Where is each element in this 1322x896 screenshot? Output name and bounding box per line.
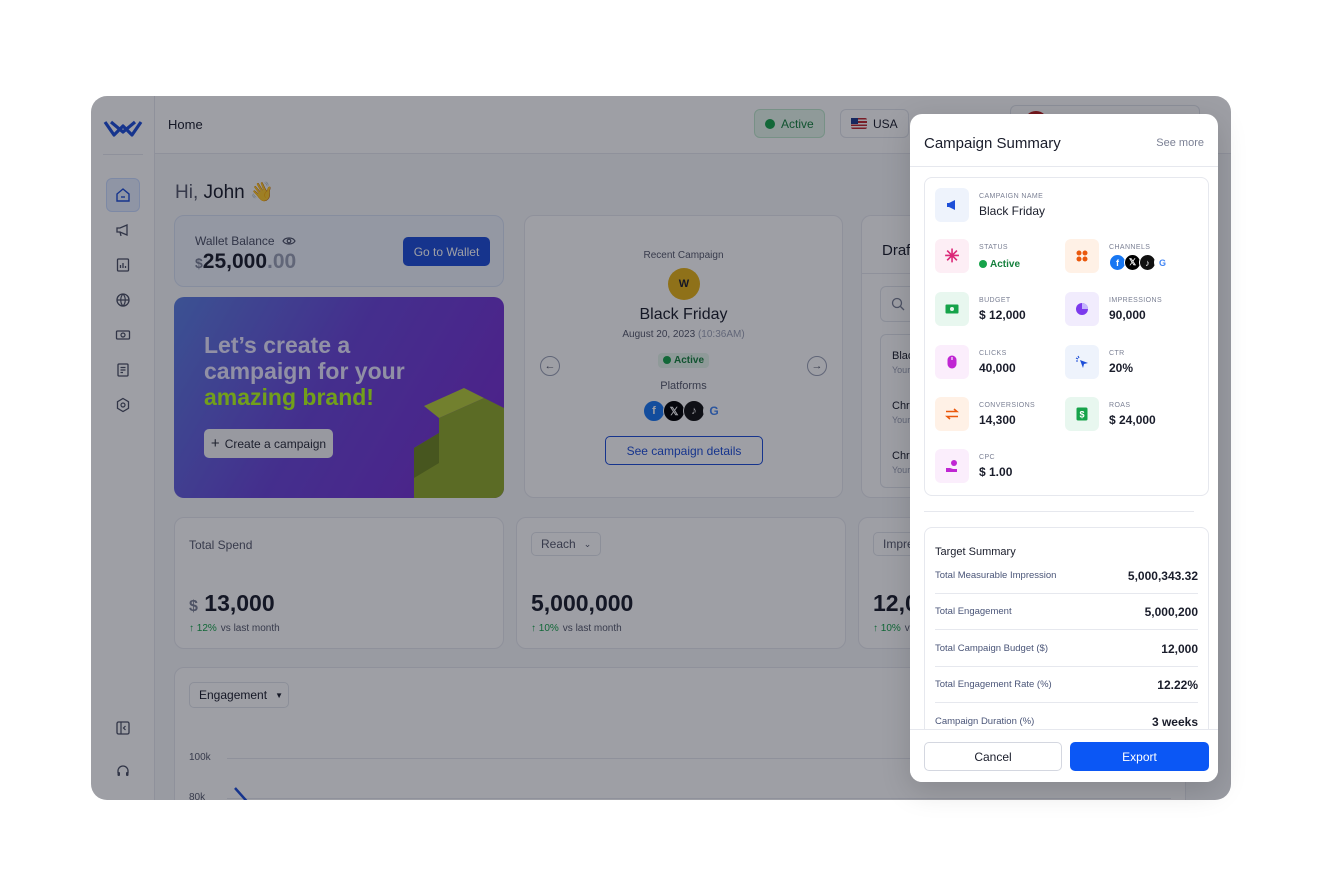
- campaign-name-row: CAMPAIGN NAME Black Friday: [935, 188, 1045, 222]
- conversions-metric: CONVERSIONS 14,300: [935, 397, 1035, 431]
- metric-value: $ 12,000: [979, 308, 1026, 322]
- row-key: Total Engagement: [935, 606, 1012, 617]
- metric-label: BUDGET: [979, 297, 1011, 304]
- cursor-click-icon: [1065, 345, 1099, 379]
- metric-label: CAMPAIGN NAME: [979, 193, 1044, 200]
- metric-value: $ 1.00: [979, 465, 1013, 479]
- megaphone-icon: [935, 188, 969, 222]
- channel-icons: f 𝕏 ♪ G: [1109, 254, 1171, 271]
- export-button[interactable]: Export: [1070, 742, 1209, 771]
- metric-label: IMPRESSIONS: [1109, 297, 1163, 304]
- google-icon: G: [1154, 254, 1171, 271]
- see-more-link[interactable]: See more: [1156, 137, 1204, 149]
- cash-icon: [935, 292, 969, 326]
- hand-coin-icon: [935, 449, 969, 483]
- dollar-note-icon: $: [1065, 397, 1099, 431]
- metric-label: CPC: [979, 454, 995, 461]
- ctr-metric: CTR 20%: [1065, 345, 1133, 379]
- metric-value: $ 24,000: [1109, 413, 1156, 427]
- row-key: Total Engagement Rate (%): [935, 679, 1052, 690]
- clicks-metric: CLICKS 40,000: [935, 345, 1016, 379]
- channels-metric: CHANNELS f 𝕏 ♪ G: [1065, 239, 1171, 273]
- metric-label: ROAS: [1109, 402, 1131, 409]
- panel-title: Campaign Summary: [924, 135, 1061, 152]
- cpc-metric: CPC $ 1.00: [935, 449, 1012, 483]
- panel-header: Campaign Summary See more: [910, 114, 1218, 167]
- table-row: Total Engagement Rate (%) 12.22%: [935, 667, 1198, 703]
- row-value: 12.22%: [1157, 677, 1198, 692]
- row-key: Total Campaign Budget ($): [935, 643, 1049, 654]
- campaign-name-value: Black Friday: [979, 204, 1046, 218]
- row-value: 3 weeks: [1151, 714, 1198, 729]
- status-badge: Active: [979, 259, 1020, 270]
- metric-value: 20%: [1109, 361, 1134, 375]
- budget-metric: BUDGET $ 12,000: [935, 292, 1026, 326]
- metric-label: CONVERSIONS: [979, 402, 1036, 409]
- row-key: Total Measurable Impression: [935, 570, 1057, 581]
- status-metric: ✳ STATUS Active: [935, 239, 1020, 273]
- metric-value: 14,300: [979, 413, 1016, 427]
- metric-value: 40,000: [979, 361, 1016, 375]
- swap-arrows-icon: [935, 397, 969, 431]
- target-summary-box: Target Summary Total Measurable Impressi…: [924, 527, 1209, 737]
- status-badge-label: Active: [990, 258, 1021, 270]
- mouse-icon: [935, 345, 969, 379]
- row-value: 5,000,343.32: [1127, 568, 1198, 583]
- metric-label: CHANNELS: [1109, 244, 1151, 251]
- campaign-summary-panel: Campaign Summary See more CAMPAIGN NAME …: [910, 114, 1218, 782]
- row-value: 12,000: [1161, 641, 1198, 656]
- panel-divider: [924, 511, 1194, 512]
- target-summary-title: Target Summary: [935, 546, 1016, 558]
- table-row: Total Campaign Budget ($) 12,000: [935, 631, 1198, 667]
- table-row: Total Engagement 5,000,200: [935, 594, 1198, 630]
- table-row: Total Measurable Impression 5,000,343.32: [935, 558, 1198, 594]
- svg-text:$: $: [1079, 410, 1084, 420]
- panel-footer: Cancel Export: [910, 729, 1218, 782]
- metric-label: CLICKS: [979, 350, 1007, 357]
- metric-value: 90,000: [1109, 308, 1146, 322]
- impressions-metric: IMPRESSIONS 90,000: [1065, 292, 1162, 326]
- check-circle-icon: [979, 260, 987, 268]
- pie-chart-icon: [1065, 292, 1099, 326]
- metric-label: STATUS: [979, 244, 1008, 251]
- metric-label: CTR: [1109, 350, 1125, 357]
- campaign-metrics-box: CAMPAIGN NAME Black Friday ✳ STATUS Acti…: [924, 177, 1209, 496]
- asterisk-icon: ✳: [935, 239, 969, 273]
- roas-metric: $ ROAS $ 24,000: [1065, 397, 1156, 431]
- grid-apps-icon: [1065, 239, 1099, 273]
- cancel-button[interactable]: Cancel: [924, 742, 1062, 771]
- row-key: Campaign Duration (%): [935, 716, 1035, 727]
- row-value: 5,000,200: [1144, 604, 1198, 619]
